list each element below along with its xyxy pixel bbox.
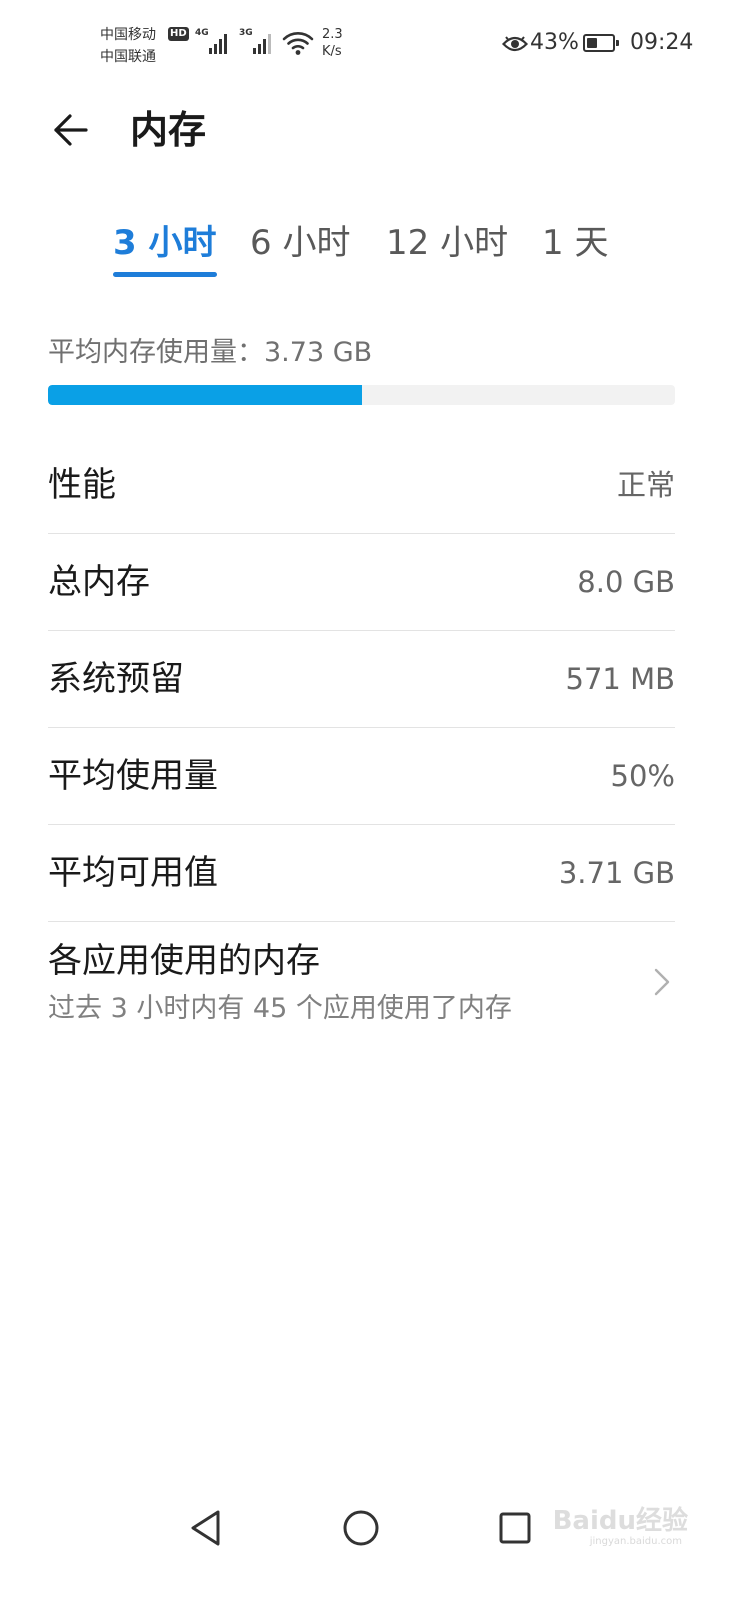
info-label: 平均使用量	[48, 756, 218, 796]
info-label: 平均可用值	[48, 853, 218, 893]
time-range-tabs: 3 小时 6 小时 12 小时 1 天	[0, 220, 738, 284]
home-circle-icon	[343, 1510, 379, 1546]
active-tab-indicator	[113, 272, 217, 277]
info-value: 3.71 GB	[558, 856, 675, 890]
recents-square-icon	[499, 1512, 531, 1544]
info-label: 系统预留	[48, 659, 184, 699]
info-row-average-available: 平均可用值 3.71 GB	[48, 825, 675, 922]
battery-icon	[583, 34, 619, 52]
tab-1-day[interactable]: 1 天	[542, 220, 608, 266]
eye-icon	[502, 36, 528, 52]
info-value: 571 MB	[565, 662, 676, 696]
tab-3-hours[interactable]: 3 小时	[113, 220, 217, 266]
info-value: 50%	[610, 759, 675, 793]
info-row-total-memory: 总内存 8.0 GB	[48, 534, 675, 631]
watermark: Baidu经验	[552, 1506, 688, 1536]
carrier-info: 中国移动 中国联通	[100, 24, 170, 68]
app-memory-subtitle: 过去 3 小时内有 45 个应用使用了内存	[48, 993, 512, 1024]
average-memory-usage: 平均内存使用量：3.73 GB	[48, 337, 373, 368]
info-label: 总内存	[48, 562, 150, 602]
carrier-2: 中国联通	[100, 49, 156, 65]
memory-usage-bar-fill	[48, 385, 362, 405]
app-memory-title: 各应用使用的内存	[48, 941, 320, 981]
info-row-average-usage: 平均使用量 50%	[48, 728, 675, 825]
nav-home-button[interactable]	[331, 1498, 391, 1558]
memory-info-list: 性能 正常 总内存 8.0 GB 系统预留 571 MB 平均使用量 50% 平…	[48, 437, 675, 922]
app-memory-usage-item[interactable]: 各应用使用的内存 过去 3 小时内有 45 个应用使用了内存	[48, 934, 675, 1034]
tab-6-hours[interactable]: 6 小时	[250, 220, 350, 266]
signal-3g-label: 3G	[239, 28, 253, 38]
back-triangle-icon	[191, 1510, 220, 1546]
network-speed: 2.3 K/s	[322, 26, 343, 60]
clock: 09:24	[630, 30, 694, 55]
info-value: 8.0 GB	[577, 565, 675, 599]
signal-3g-icon: 3G	[239, 28, 287, 54]
network-speed-value: 2.3	[322, 27, 343, 42]
back-button[interactable]	[44, 106, 96, 154]
battery-fill	[587, 38, 598, 48]
carrier-1: 中国移动	[100, 27, 156, 43]
tab-12-hours[interactable]: 12 小时	[386, 220, 508, 266]
nav-recents-button[interactable]	[485, 1498, 545, 1558]
signal-4g-label: 4G	[195, 28, 209, 38]
signal-4g-icon: 4G	[195, 28, 243, 54]
wifi-icon	[282, 32, 314, 55]
chevron-right-icon	[654, 968, 670, 996]
nav-back-button[interactable]	[176, 1498, 236, 1558]
watermark-url: jingyan.baidu.com	[589, 1536, 682, 1547]
memory-usage-bar	[48, 385, 675, 405]
info-row-system-reserved: 系统预留 571 MB	[48, 631, 675, 728]
info-value: 正常	[616, 468, 675, 502]
hd-badge: HD	[168, 27, 189, 41]
network-speed-unit: K/s	[322, 44, 342, 59]
battery-percent: 43%	[530, 30, 579, 55]
memory-screen: 中国移动 中国联通 HD 4G 3G 2.3 K/s 43% 09:24 内存 …	[0, 0, 738, 1600]
page-title: 内存	[130, 108, 207, 152]
info-label: 性能	[48, 465, 116, 505]
arrow-left-icon	[54, 114, 88, 146]
status-bar: 中国移动 中国联通 HD 4G 3G 2.3 K/s 43% 09:24	[0, 0, 738, 80]
info-row-performance: 性能 正常	[48, 437, 675, 534]
